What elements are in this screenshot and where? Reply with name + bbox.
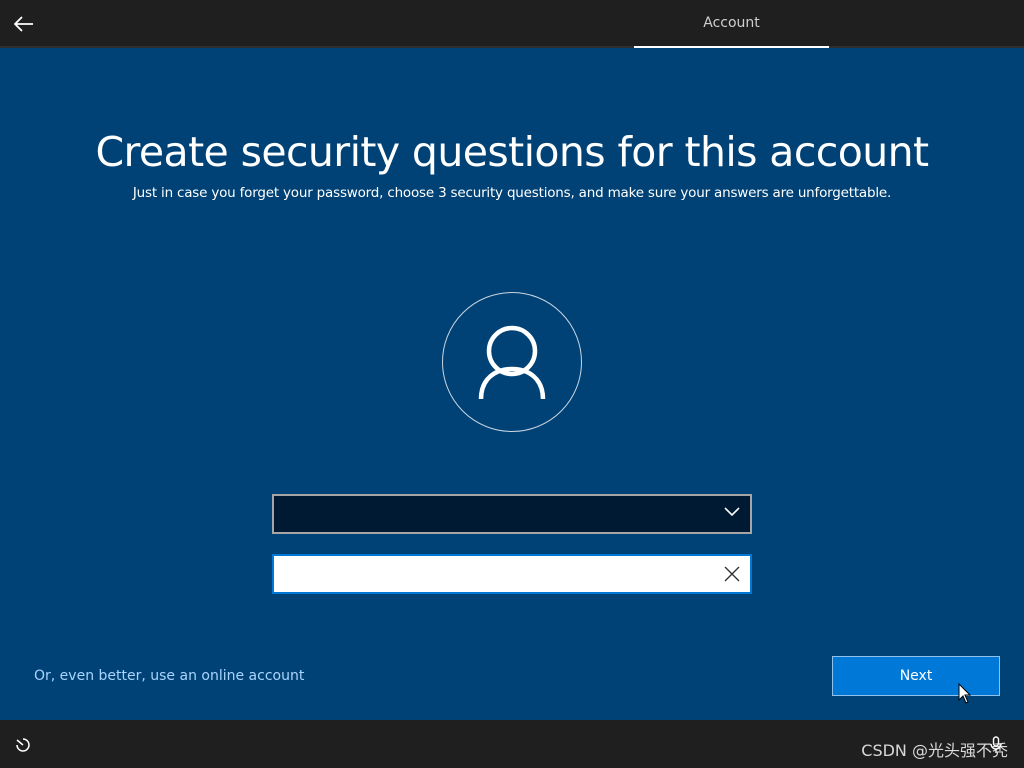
user-icon (478, 325, 546, 400)
top-bar: Account (0, 0, 1024, 48)
tab-underline (634, 46, 829, 48)
mouse-cursor-icon (958, 683, 972, 704)
security-answer-field[interactable] (272, 554, 752, 594)
tab-account: Account (634, 0, 829, 48)
watermark: CSDN @光头强不秃 (861, 741, 1008, 760)
online-account-link[interactable]: Or, even better, use an online account (34, 668, 304, 684)
page-subtitle: Just in case you forget your password, c… (132, 185, 892, 201)
page-title: Create security questions for this accou… (95, 128, 930, 176)
close-icon[interactable] (724, 566, 740, 582)
next-button-label: Next (899, 668, 933, 684)
tab-account-label: Account (703, 15, 760, 31)
security-answer-input[interactable] (274, 556, 704, 592)
chevron-down-icon (724, 507, 740, 517)
back-arrow-icon (14, 16, 33, 32)
bottom-bar: CSDN @光头强不秃 (0, 720, 1024, 768)
avatar (442, 292, 582, 432)
next-button[interactable]: Next (832, 656, 1000, 696)
ease-of-access-icon[interactable] (14, 737, 32, 753)
back-button[interactable] (8, 8, 40, 40)
security-question-dropdown[interactable] (272, 494, 752, 534)
microphone-icon[interactable] (990, 736, 1002, 754)
